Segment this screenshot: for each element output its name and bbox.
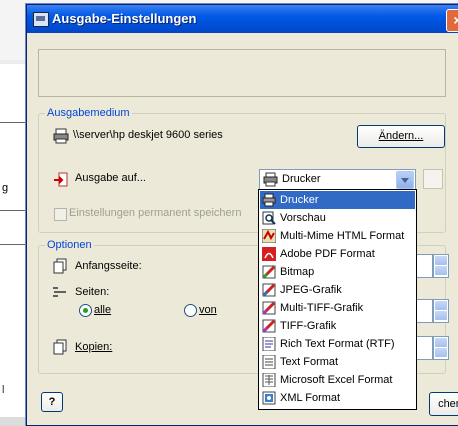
info-panel: [38, 49, 446, 97]
output-to-icon: [54, 172, 68, 187]
radio-all[interactable]: [79, 304, 92, 317]
background-text: l: [2, 384, 5, 396]
pages-label: Seiten:: [75, 286, 110, 298]
window-icon: [33, 12, 49, 27]
rtf-icon: [262, 337, 276, 351]
dropdown-item-label: TIFF-Grafik: [280, 320, 337, 332]
window-title: Ausgabe-Einstellungen: [52, 11, 197, 26]
excel-icon: [262, 373, 276, 387]
output-dropdown-list: Drucker Vorschau Multi-Mime HTML Format …: [258, 189, 417, 410]
printer-name: \\server\hp deskjet 9600 series: [73, 129, 223, 141]
help-icon: ?: [48, 396, 56, 408]
dropdown-item-excel[interactable]: Microsoft Excel Format: [260, 371, 415, 389]
dropdown-item-label: Adobe PDF Format: [280, 248, 375, 260]
dropdown-item-rtf[interactable]: Rich Text Format (RTF): [260, 335, 415, 353]
spin-up-icon[interactable]: [435, 256, 447, 265]
change-printer-button[interactable]: Ändern...: [357, 125, 445, 148]
start-page-label: Anfangsseite:: [75, 260, 142, 272]
close-button[interactable]: ×: [446, 9, 458, 32]
dropdown-item-drucker[interactable]: Drucker: [260, 191, 415, 209]
save-settings-checkbox[interactable]: [54, 208, 67, 221]
dropdown-item-pdf[interactable]: Adobe PDF Format: [260, 245, 415, 263]
dropdown-item-bitmap[interactable]: Bitmap: [260, 263, 415, 281]
close-button-label: chen: [438, 398, 458, 410]
spin-up-icon[interactable]: [435, 338, 447, 347]
chevron-down-icon[interactable]: [396, 171, 414, 189]
jpeg-icon: [262, 283, 276, 297]
radio-all-label: alle: [94, 304, 112, 316]
output-selected-value: Drucker: [282, 173, 321, 185]
copies-icon: [53, 339, 67, 355]
html-icon: [262, 229, 276, 243]
magnifier-icon: [262, 211, 276, 225]
dropdown-item-vorschau[interactable]: Vorschau: [260, 209, 415, 227]
dropdown-item-multi-tiff[interactable]: Multi-TIFF-Grafik: [260, 299, 415, 317]
title-bar[interactable]: Ausgabe-Einstellungen ×: [27, 5, 458, 33]
pages-to-spinner[interactable]: [433, 299, 449, 323]
bitmap-icon: [262, 265, 276, 279]
printer-icon: [262, 193, 276, 207]
dropdown-item-label: Text Format: [280, 356, 339, 368]
printer-icon: [263, 172, 278, 187]
spin-down-icon[interactable]: [435, 266, 447, 275]
dropdown-item-tiff[interactable]: TIFF-Grafik: [260, 317, 415, 335]
change-button-label: Ändern...: [378, 130, 424, 142]
text-icon: [262, 355, 276, 369]
spin-down-icon[interactable]: [435, 348, 447, 357]
dropdown-item-label: Rich Text Format (RTF): [280, 338, 395, 350]
dropdown-item-label: Multi-TIFF-Grafik: [280, 302, 364, 314]
pages-range-icon: [53, 287, 66, 297]
copies-label: Kopien:: [75, 341, 113, 353]
close-dialog-button[interactable]: chen: [429, 392, 458, 416]
pdf-icon: [262, 247, 276, 261]
radio-from-label: von: [199, 304, 217, 316]
spin-down-icon[interactable]: [435, 311, 447, 320]
dropdown-item-label: Microsoft Excel Format: [280, 374, 393, 386]
xml-icon: [262, 391, 276, 405]
copies-spinner[interactable]: [433, 336, 449, 360]
group-label-options: Optionen: [45, 239, 94, 251]
dropdown-item-label: Multi-Mime HTML Format: [280, 230, 405, 242]
dropdown-item-label: Drucker: [280, 194, 319, 206]
tiff-icon: [262, 319, 276, 333]
dropdown-item-label: Vorschau: [280, 212, 326, 224]
background-text: g: [2, 182, 9, 194]
dropdown-item-label: Bitmap: [280, 266, 315, 278]
save-settings-label: Einstellungen permanent speichern: [69, 207, 242, 219]
dropdown-item-xml[interactable]: XML Format: [260, 389, 415, 407]
pages-icon: [53, 258, 67, 274]
copies-input[interactable]: [415, 336, 433, 360]
dropdown-item-jpeg[interactable]: JPEG-Grafik: [260, 281, 415, 299]
help-button[interactable]: ?: [41, 392, 63, 412]
start-page-input[interactable]: [415, 254, 433, 278]
pages-to-input[interactable]: [415, 299, 433, 323]
dropdown-item-text[interactable]: Text Format: [260, 353, 415, 371]
group-label-output-medium: Ausgabemedium: [45, 107, 132, 119]
output-to-label: Ausgabe auf...: [75, 172, 146, 184]
output-combobox[interactable]: Drucker: [259, 169, 416, 191]
multi-tiff-icon: [262, 301, 276, 315]
radio-from[interactable]: [184, 304, 197, 317]
start-page-spinner[interactable]: [433, 254, 449, 278]
spin-up-icon[interactable]: [435, 301, 447, 310]
printer-icon: [53, 128, 69, 144]
output-options-button[interactable]: [423, 169, 443, 189]
dropdown-item-html[interactable]: Multi-Mime HTML Format: [260, 227, 415, 245]
dropdown-item-label: JPEG-Grafik: [280, 284, 342, 296]
dropdown-item-label: XML Format: [280, 392, 341, 404]
